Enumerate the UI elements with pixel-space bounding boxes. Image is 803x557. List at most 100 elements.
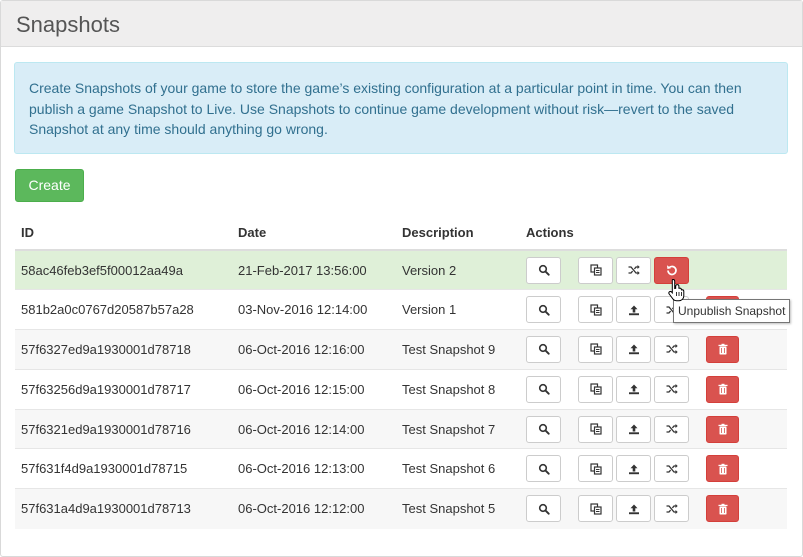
magnifier-icon [538,264,550,276]
create-button[interactable]: Create [15,169,84,202]
publish-button[interactable] [616,415,651,443]
revert-button[interactable] [654,375,689,403]
cell-description: Version 1 [396,289,520,330]
cell-description: Test Snapshot 6 [396,448,520,489]
shuffle-icon [666,383,678,395]
view-button[interactable] [526,415,561,443]
cell-date: 06-Oct-2016 12:15:00 [232,368,396,410]
magnifier-icon [538,503,550,515]
cell-description: Test Snapshot 5 [396,488,520,529]
view-button[interactable] [526,495,561,523]
view-button[interactable] [526,455,561,483]
view-button[interactable] [526,296,561,324]
upload-icon [628,304,640,316]
cell-id: 57f6321ed9a1930001d78716 [15,408,232,449]
shuffle-icon [666,463,678,475]
publish-button[interactable] [616,495,651,523]
upload-icon [628,343,640,355]
copy-button[interactable] [578,415,613,443]
cell-actions [520,249,787,290]
trash-icon [717,463,729,475]
table-row: 57f6327ed9a1930001d78718 06-Oct-2016 12:1… [15,329,787,370]
revert-button[interactable] [654,415,689,443]
cell-actions [520,329,787,370]
copy-button[interactable] [578,296,613,324]
trash-icon [717,503,729,515]
delete-button[interactable] [706,375,739,403]
magnifier-icon [538,463,550,475]
delete-button[interactable] [706,495,739,523]
upload-icon [628,423,640,435]
cell-description: Test Snapshot 8 [396,368,520,410]
shuffle-icon [666,503,678,515]
publish-button[interactable] [616,375,651,403]
shuffle-icon [666,423,678,435]
cell-date: 06-Oct-2016 12:16:00 [232,329,396,370]
trash-icon [717,343,729,355]
cell-id: 57f63256d9a1930001d78717 [15,368,232,410]
view-button[interactable] [526,375,561,403]
cell-description: Test Snapshot 9 [396,329,520,370]
shuffle-icon [666,343,678,355]
header-date: Date [232,216,396,251]
cell-date: 21-Feb-2017 13:56:00 [232,249,396,290]
revert-button[interactable] [654,455,689,483]
magnifier-icon [538,423,550,435]
copy-icon [589,264,602,276]
copy-icon [589,423,602,435]
cell-actions [520,408,787,449]
copy-icon [589,343,602,356]
revert-button[interactable] [654,495,689,523]
copy-icon [589,503,602,515]
panel-header: Snapshots [1,1,802,47]
shuffle-icon [628,264,640,276]
copy-button[interactable] [578,495,613,523]
header-description: Description [396,216,520,251]
publish-button[interactable] [616,296,651,324]
delete-button[interactable] [706,415,739,443]
cell-date: 03-Nov-2016 12:14:00 [232,289,396,330]
publish-button[interactable] [616,335,651,363]
table-row: 57f631f4d9a1930001d78715 06-Oct-2016 12:1… [15,448,787,489]
cell-description: Test Snapshot 7 [396,408,520,449]
delete-button[interactable] [706,335,739,363]
magnifier-icon [538,304,550,316]
copy-button[interactable] [578,256,613,284]
table-row: 57f6321ed9a1930001d78716 06-Oct-2016 12:1… [15,408,787,449]
table-row: 57f631a4d9a1930001d78713 06-Oct-2016 12:1… [15,488,787,529]
copy-button[interactable] [578,455,613,483]
tooltip: Unpublish Snapshot [673,299,791,323]
copy-icon [589,304,602,316]
revert-button[interactable] [654,335,689,363]
copy-icon [589,383,602,395]
cell-actions [520,448,787,489]
cell-id: 57f631a4d9a1930001d78713 [15,488,232,529]
delete-button[interactable] [706,455,739,483]
page-title: Snapshots [16,12,120,37]
revert-button[interactable] [616,256,651,284]
trash-icon [717,423,729,435]
cell-date: 06-Oct-2016 12:13:00 [232,448,396,489]
cell-date: 06-Oct-2016 12:12:00 [232,488,396,529]
upload-icon [628,463,640,475]
table-row: 57f63256d9a1930001d78717 06-Oct-2016 12:1… [15,368,787,410]
publish-button[interactable] [616,455,651,483]
cell-actions [520,368,787,410]
snapshots-table: ID Date Description Actions 58ac46feb3ef… [15,216,787,529]
magnifier-icon [538,383,550,395]
trash-icon [717,383,729,395]
undo-icon [666,264,678,276]
cell-actions [520,488,787,529]
view-button[interactable] [526,256,561,284]
copy-button[interactable] [578,335,613,363]
copy-button[interactable] [578,375,613,403]
hand-cursor-icon [668,278,685,302]
cell-id: 581b2a0c0767d20587b57a28 [15,289,232,330]
magnifier-icon [538,343,550,356]
cell-id: 57f631f4d9a1930001d78715 [15,448,232,489]
header-actions: Actions [520,216,787,251]
view-button[interactable] [526,335,561,363]
cell-id: 57f6327ed9a1930001d78718 [15,329,232,370]
upload-icon [628,383,640,395]
cell-id: 58ac46feb3ef5f00012aa49a [15,249,232,290]
